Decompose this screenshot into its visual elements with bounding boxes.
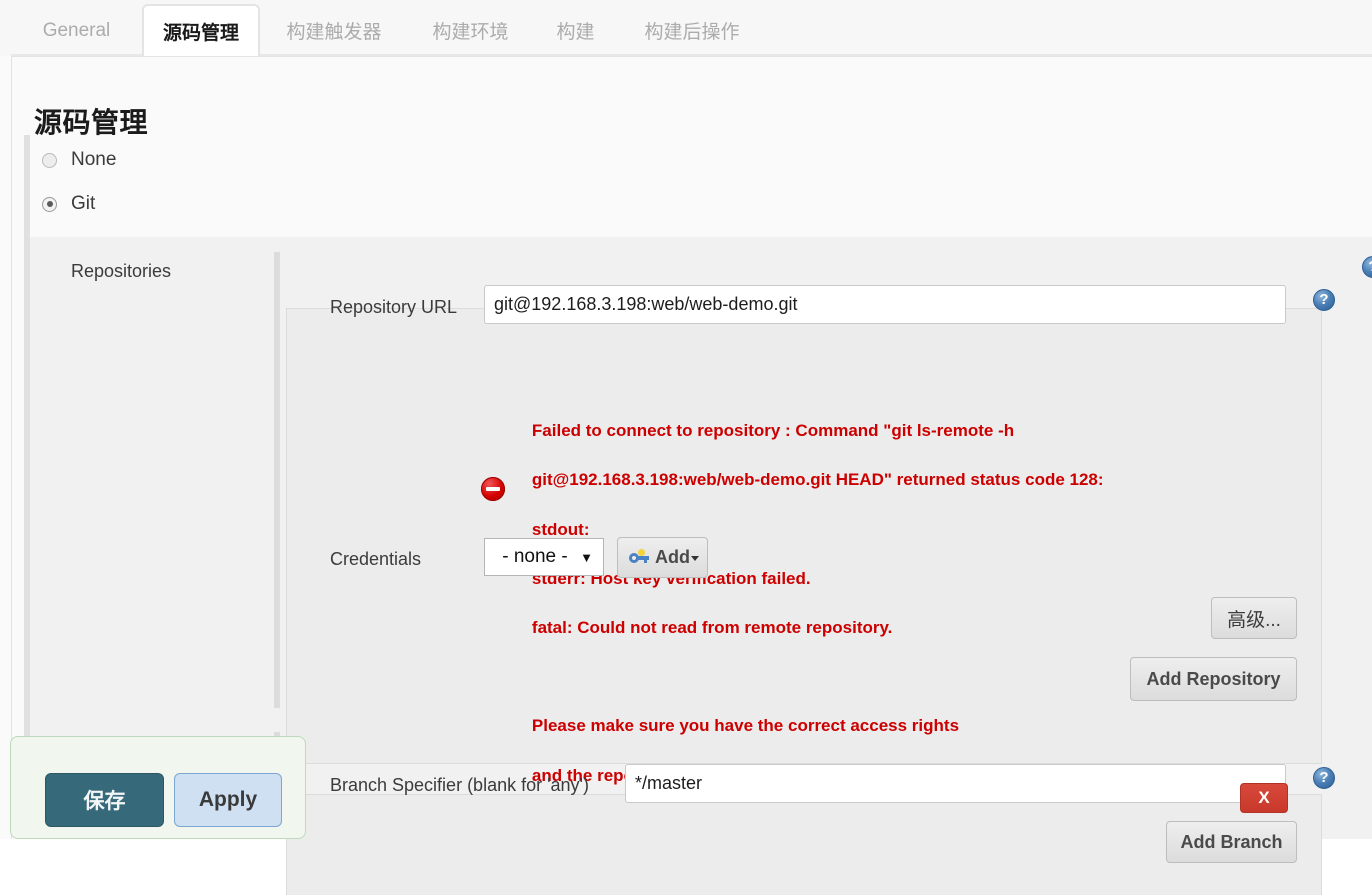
scm-option-git-label: Git xyxy=(71,193,96,214)
scm-option-git[interactable]: Git xyxy=(42,192,95,216)
key-icon xyxy=(629,549,649,564)
tab-general[interactable]: General xyxy=(11,6,142,55)
page-left-border xyxy=(11,56,12,839)
credentials-select[interactable]: - none - ▼ xyxy=(484,538,604,576)
tab-build-env[interactable]: 构建环境 xyxy=(408,6,533,55)
repository-url-help-icon[interactable] xyxy=(1313,289,1335,311)
page-top-divider xyxy=(12,56,1372,57)
repositories-help-icon[interactable] xyxy=(1362,256,1372,278)
tab-build[interactable]: 构建 xyxy=(533,6,618,55)
credentials-selected-value: - none - xyxy=(502,546,568,567)
repository-url-label: Repository URL xyxy=(330,297,458,317)
add-credentials-label: Add xyxy=(655,547,690,567)
page-title: 源码管理 xyxy=(34,106,149,138)
save-button[interactable]: 保存 xyxy=(45,773,164,827)
close-tooltip-button[interactable]: X xyxy=(1240,783,1288,813)
branch-specifier-label: Branch Specifier (blank for 'any') xyxy=(330,775,589,795)
tab-post-build[interactable]: 构建后操作 xyxy=(618,6,766,55)
add-credentials-button[interactable]: Add xyxy=(617,537,708,578)
floating-save-bar: 保存 Apply xyxy=(10,736,306,839)
credentials-label: Credentials xyxy=(330,549,422,569)
config-tab-bar: General 源码管理 构建触发器 构建环境 构建 构建后操作 xyxy=(0,0,1372,56)
repositories-rail xyxy=(274,252,280,708)
error-circle-icon xyxy=(481,477,505,501)
error-line-1: Failed to connect to repository : Comman… xyxy=(531,420,1015,440)
add-repository-button[interactable]: Add Repository xyxy=(1130,657,1297,701)
repository-url-input[interactable] xyxy=(484,285,1286,324)
scm-option-none[interactable]: None xyxy=(42,148,116,172)
add-branch-button[interactable]: Add Branch xyxy=(1166,821,1297,863)
repository-error-message: Failed to connect to repository : Comman… xyxy=(513,394,1213,813)
error-spacer xyxy=(513,666,1213,690)
repositories-section-label: Repositories xyxy=(71,261,172,281)
scm-option-none-label: None xyxy=(71,149,117,170)
branch-specifier-input[interactable] xyxy=(625,764,1286,803)
scm-config-page: 源码管理 None Git Repositories Repository UR… xyxy=(0,56,1372,895)
error-line-5: fatal: Could not read from remote reposi… xyxy=(531,618,893,638)
branch-specifier-help-icon[interactable] xyxy=(1313,767,1335,789)
chevron-down-icon: ▼ xyxy=(580,549,593,565)
error-line-6: Please make sure you have the correct ac… xyxy=(531,716,960,736)
radio-git[interactable] xyxy=(42,196,57,212)
error-line-2: git@192.168.3.198:web/web-demo.git HEAD"… xyxy=(531,470,1104,490)
caret-down-icon xyxy=(691,555,699,561)
tab-source-control[interactable]: 源码管理 xyxy=(142,4,260,56)
apply-button[interactable]: Apply xyxy=(174,773,282,827)
tab-build-triggers[interactable]: 构建触发器 xyxy=(260,6,408,55)
radio-none[interactable] xyxy=(42,152,57,168)
error-line-3: stdout: xyxy=(531,519,590,539)
advanced-button[interactable]: 高级... xyxy=(1211,597,1297,639)
